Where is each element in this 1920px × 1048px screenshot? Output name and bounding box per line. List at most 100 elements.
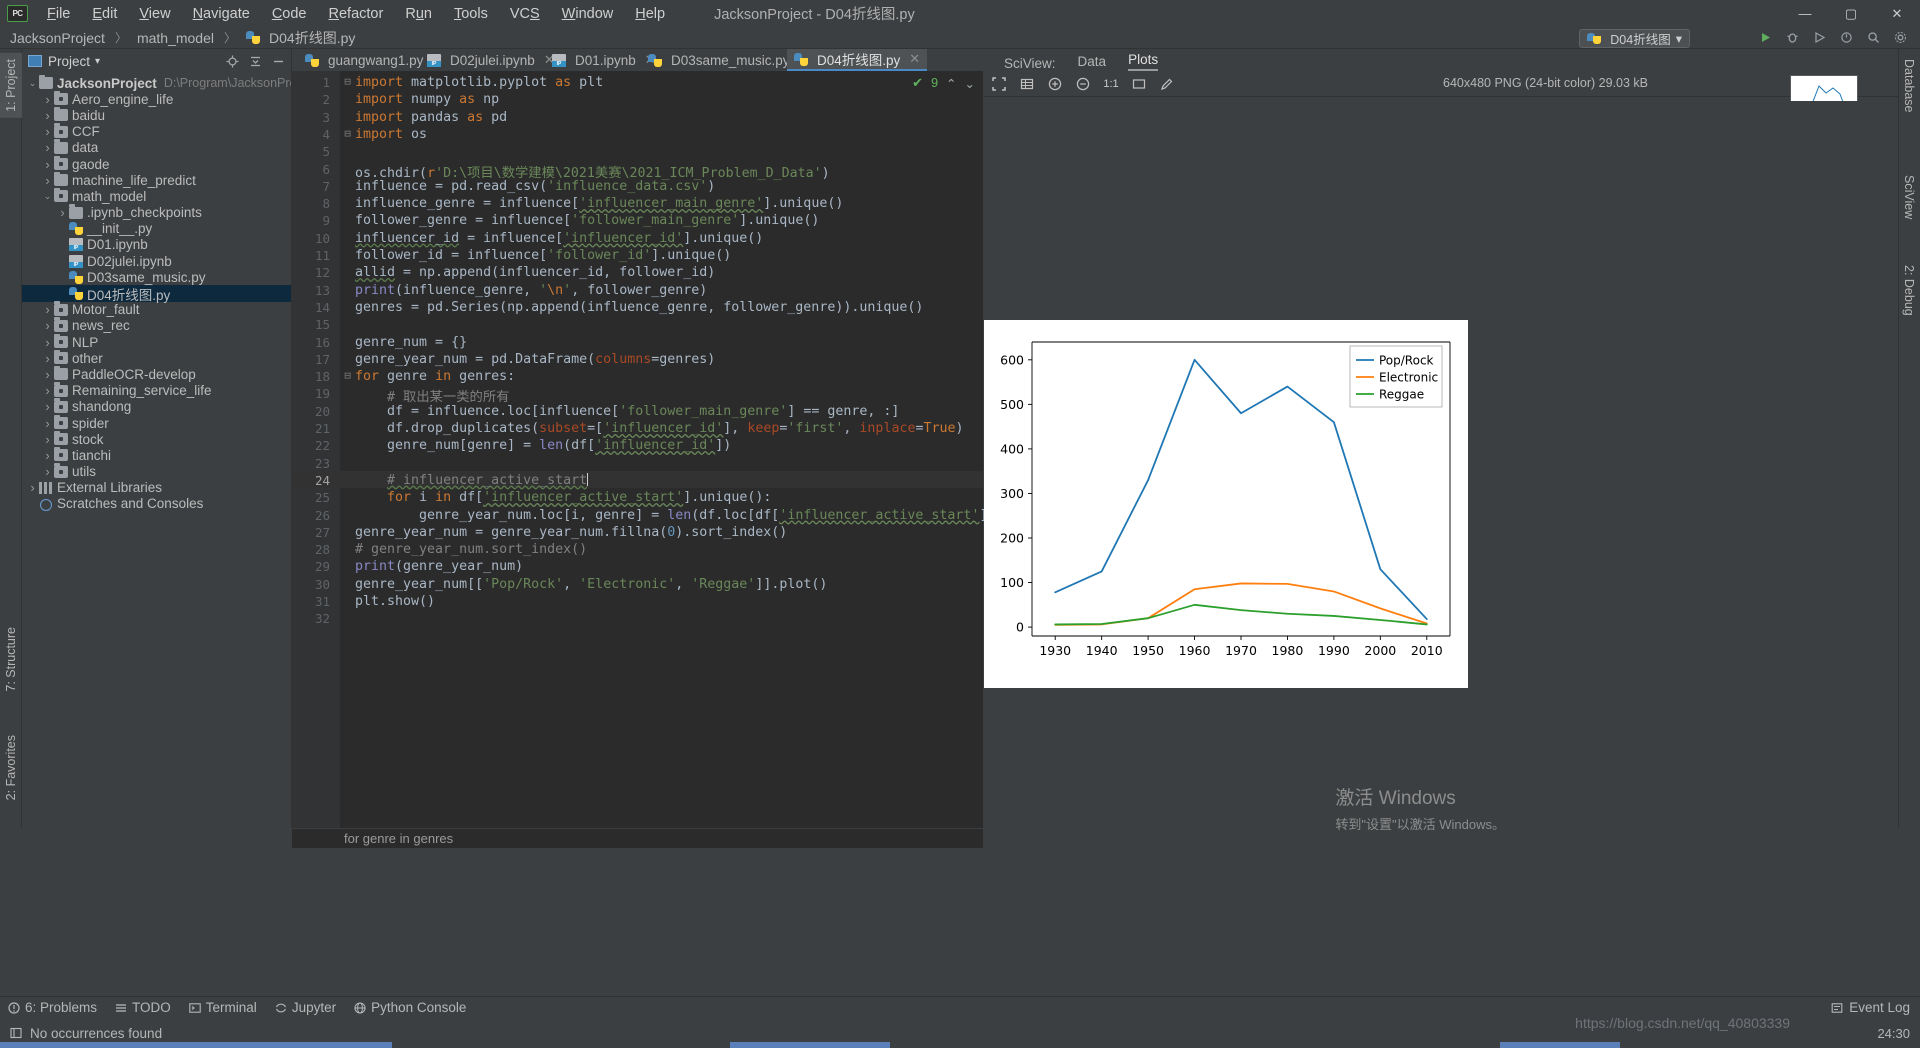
menu-item-refactor[interactable]: Refactor xyxy=(318,3,395,25)
sidebar-item-structure[interactable]: 7: Structure xyxy=(0,621,22,698)
menu-item-tools[interactable]: Tools xyxy=(443,3,499,25)
tool-jupyter[interactable]: Jupyter xyxy=(275,1000,336,1015)
tree-item-utils[interactable]: › utils xyxy=(22,463,291,480)
tree-item-motor_fault[interactable]: › Motor_fault xyxy=(22,301,291,318)
chevron-right-icon[interactable]: › xyxy=(41,124,54,139)
sidebar-item-sciview[interactable]: SciView xyxy=(1898,169,1920,225)
menu-item-window[interactable]: Window xyxy=(551,3,625,25)
menu-item-run[interactable]: Run xyxy=(394,3,443,25)
editor-tab-d04折线图-py[interactable]: D04折线图.py ✕ xyxy=(787,49,928,71)
tree-item-d01-ipynb[interactable]: D01.ipynb xyxy=(22,237,291,253)
menu-item-code[interactable]: Code xyxy=(261,3,318,25)
debug-button[interactable] xyxy=(1783,28,1802,47)
menu-item-help[interactable]: Help xyxy=(624,3,676,25)
tree-item--ipynb_checkpoints[interactable]: › .ipynb_checkpoints xyxy=(22,204,291,221)
breadcrumb-folder[interactable]: math_model xyxy=(137,30,214,46)
editor-gutter[interactable]: 1 2 3 4 5 6 7 8 9 10 11 12 13 14 15 16 17 18 19 20 21 22 23 24 2… xyxy=(292,71,340,828)
chevron-right-icon[interactable]: › xyxy=(41,448,54,463)
chevron-right-icon[interactable]: › xyxy=(41,92,54,107)
chevron-right-icon[interactable]: › xyxy=(41,399,54,414)
project-tree[interactable]: ⌄ JacksonProject D:\Program\JacksonProject… xyxy=(22,75,291,828)
chevron-right-icon[interactable]: › xyxy=(41,157,54,172)
settings-button[interactable] xyxy=(1891,28,1910,47)
tree-item-shandong[interactable]: › shandong xyxy=(22,398,291,415)
tree-item-other[interactable]: › other xyxy=(22,349,291,366)
scroll-from-source-icon[interactable] xyxy=(226,55,239,68)
tree-item-__init__-py[interactable]: __init__.py xyxy=(22,221,291,237)
zoom-out-icon[interactable] xyxy=(1074,75,1092,93)
tree-item-jacksonproject[interactable]: ⌄ JacksonProject D:\Program\JacksonProject xyxy=(22,75,291,91)
tree-item-stock[interactable]: › stock xyxy=(22,430,291,447)
code-fold-icon[interactable]: ⊟ xyxy=(342,127,353,140)
fit-screen-icon[interactable] xyxy=(990,75,1008,93)
close-icon[interactable]: ✕ xyxy=(909,51,920,67)
profile-button[interactable] xyxy=(1837,28,1856,47)
inspection-widget[interactable]: ✔ 9 ⌃ ⌄ xyxy=(912,75,975,91)
code-fold-icon[interactable]: ⊟ xyxy=(342,369,353,382)
chevron-right-icon[interactable]: › xyxy=(41,108,54,123)
tree-item-nlp[interactable]: › NLP xyxy=(22,333,291,350)
close-button[interactable]: ✕ xyxy=(1874,0,1920,27)
tool-python-console[interactable]: Python Console xyxy=(354,1000,466,1015)
tree-item-scratches-and-consoles[interactable]: Scratches and Consoles xyxy=(22,496,291,512)
tree-item-machine_life_predict[interactable]: › machine_life_predict xyxy=(22,171,291,188)
chevron-right-icon[interactable]: › xyxy=(26,480,39,495)
previous-problem-icon[interactable]: ⌃ xyxy=(946,76,956,91)
menu-item-navigate[interactable]: Navigate xyxy=(182,3,261,25)
maximize-button[interactable]: ▢ xyxy=(1828,0,1874,27)
chevron-right-icon[interactable]: › xyxy=(41,335,54,350)
code-fold-icon[interactable]: ⊟ xyxy=(342,75,353,88)
minimize-button[interactable]: — xyxy=(1782,0,1828,27)
tree-item-aero_engine_life[interactable]: › Aero_engine_life xyxy=(22,90,291,107)
menu-item-vcs[interactable]: VCS xyxy=(499,3,551,25)
chevron-right-icon[interactable]: › xyxy=(41,464,54,479)
tree-item-news_rec[interactable]: › news_rec xyxy=(22,317,291,334)
tree-item-external-libraries[interactable]: › External Libraries xyxy=(22,480,291,496)
tab-plots[interactable]: Plots xyxy=(1128,52,1159,71)
chevron-right-icon[interactable]: › xyxy=(56,205,69,220)
tool-problems[interactable]: 6: Problems xyxy=(8,1000,97,1015)
tab-data[interactable]: Data xyxy=(1078,54,1107,71)
chevron-right-icon[interactable]: › xyxy=(41,416,54,431)
tree-item-d04折线图-py[interactable]: D04折线图.py xyxy=(22,285,291,303)
event-log-button[interactable]: Event Log xyxy=(1831,1000,1910,1015)
tree-item-baidu[interactable]: › baidu xyxy=(22,106,291,123)
breadcrumb-file[interactable]: D04折线图.py xyxy=(269,28,355,48)
chevron-right-icon[interactable]: › xyxy=(41,140,54,155)
menu-item-view[interactable]: View xyxy=(128,3,181,25)
code-editor[interactable]: ✔ 9 ⌃ ⌄ 1 2 3 4 5 6 7 8 9 10 11 12 13 14 15 16 17 18 19 20 2… xyxy=(292,71,1044,828)
sidebar-item-database[interactable]: Database xyxy=(1898,53,1920,119)
sidebar-item-favorites[interactable]: 2: Favorites xyxy=(0,729,22,806)
tool-todo[interactable]: TODO xyxy=(115,1000,171,1015)
grid-icon[interactable] xyxy=(1018,75,1036,93)
fit-content-icon[interactable] xyxy=(1130,75,1148,93)
breadcrumb-project[interactable]: JacksonProject xyxy=(10,30,105,46)
sidebar-item-debug[interactable]: 2: Debug xyxy=(1898,259,1920,322)
hide-panel-icon[interactable] xyxy=(272,55,285,68)
tree-item-remaining_service_life[interactable]: › Remaining_service_life xyxy=(22,382,291,399)
zoom-in-icon[interactable] xyxy=(1046,75,1064,93)
tree-item-ccf[interactable]: › CCF xyxy=(22,123,291,140)
run-button[interactable] xyxy=(1756,28,1775,47)
coverage-button[interactable] xyxy=(1810,28,1829,47)
chevron-down-icon[interactable]: ⌄ xyxy=(41,191,54,202)
editor-tab-d02julei-ipynb[interactable]: D02julei.ipynb✕ xyxy=(420,49,562,71)
chevron-right-icon[interactable]: › xyxy=(41,318,54,333)
chevron-right-icon[interactable]: › xyxy=(41,432,54,447)
matplotlib-plot[interactable]: 0 100 200 300 400 500 600 1930 1940 1950 1960 1970 1… xyxy=(984,320,1468,688)
tool-terminal[interactable]: Terminal xyxy=(189,1000,257,1015)
menu-item-edit[interactable]: Edit xyxy=(81,3,128,25)
tree-item-data[interactable]: › data xyxy=(22,139,291,156)
sidebar-item-project[interactable]: 1: Project xyxy=(0,53,22,118)
tree-item-tianchi[interactable]: › tianchi xyxy=(22,446,291,463)
chevron-down-icon[interactable]: ▾ xyxy=(95,56,100,67)
collapse-all-icon[interactable] xyxy=(249,55,262,68)
next-problem-icon[interactable]: ⌄ xyxy=(965,76,975,91)
tree-item-spider[interactable]: › spider xyxy=(22,414,291,431)
chevron-right-icon[interactable]: › xyxy=(41,367,54,382)
chevron-right-icon[interactable]: › xyxy=(41,173,54,188)
search-everywhere-button[interactable] xyxy=(1864,28,1883,47)
chevron-down-icon[interactable]: ⌄ xyxy=(26,78,39,89)
chevron-right-icon[interactable]: › xyxy=(41,351,54,366)
chevron-right-icon[interactable]: › xyxy=(41,302,54,317)
